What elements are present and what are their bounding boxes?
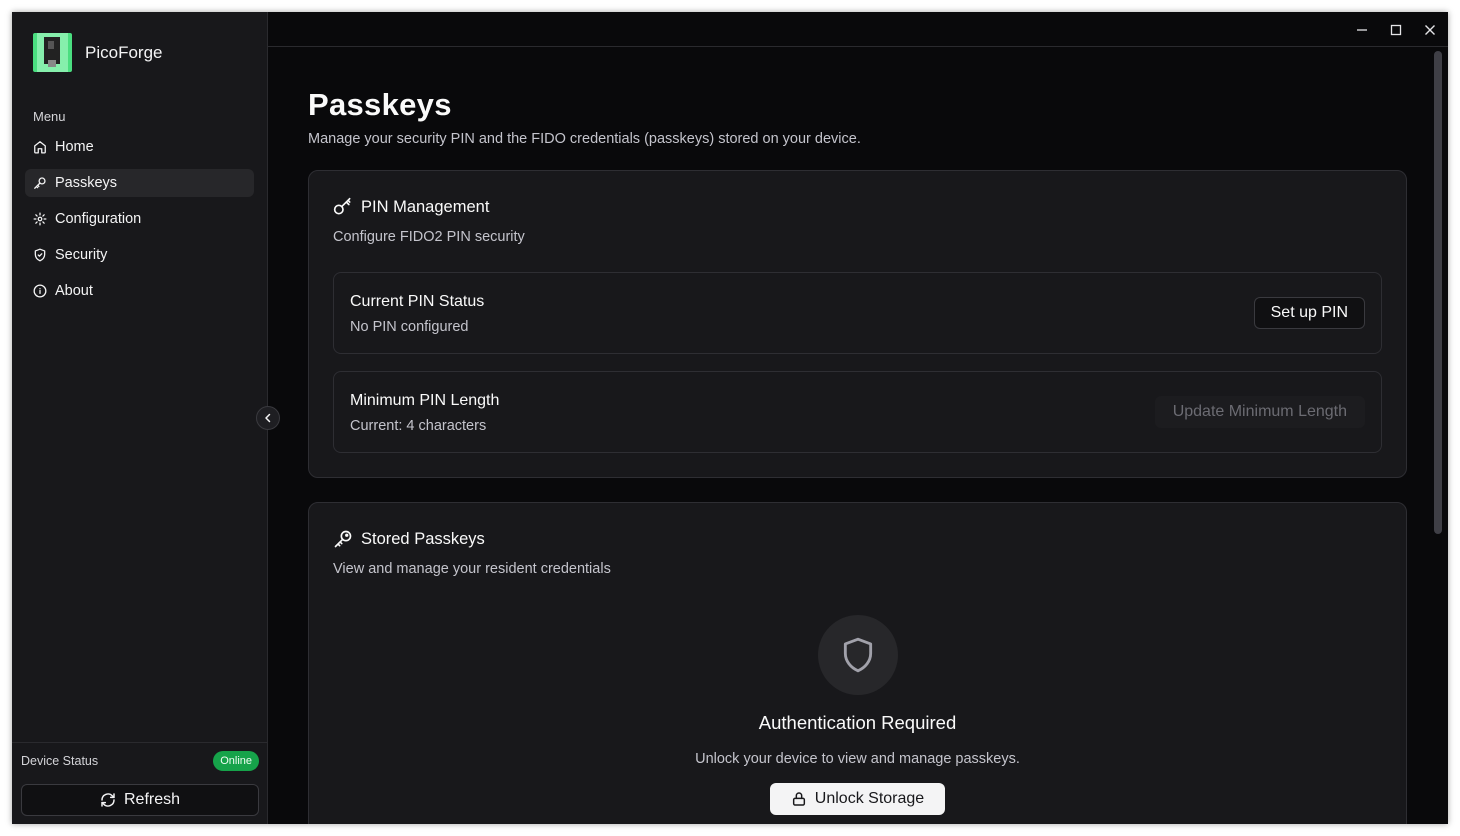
main-scrollbar[interactable] — [1434, 51, 1442, 534]
set-up-pin-button[interactable]: Set up PIN — [1253, 297, 1365, 329]
sidebar-item-about[interactable]: About — [25, 277, 254, 305]
sidebar: PicoForge Menu Home Passkeys Configurati… — [12, 12, 268, 824]
page-subtitle: Manage your security PIN and the FIDO cr… — [308, 131, 861, 147]
sidebar-footer: Device Status Online Refresh — [12, 742, 268, 824]
sidebar-nav: Home Passkeys Configuration Security Abo… — [25, 133, 254, 313]
maximize-button[interactable] — [1386, 20, 1406, 40]
minimum-pin-length-row: Minimum PIN Length Current: 4 characters… — [333, 371, 1382, 453]
refresh-label: Refresh — [123, 791, 181, 808]
minimize-button[interactable] — [1352, 20, 1372, 40]
sidebar-item-label: Passkeys — [55, 175, 118, 191]
app-name: PicoForge — [85, 42, 163, 62]
collapse-sidebar-button[interactable] — [256, 406, 280, 430]
close-icon — [1425, 25, 1435, 35]
sidebar-item-security[interactable]: Security — [25, 241, 254, 269]
card-header: Stored Passkeys — [333, 529, 485, 549]
update-minimum-length-button[interactable]: Update Minimum Length — [1154, 396, 1365, 428]
card-title: Stored Passkeys — [361, 529, 485, 548]
key-round-icon — [333, 197, 351, 215]
main-content: Passkeys Manage your security PIN and th… — [268, 47, 1448, 824]
sidebar-item-passkeys[interactable]: Passkeys — [25, 169, 254, 197]
lock-icon — [792, 792, 805, 806]
card-title: PIN Management — [361, 197, 490, 216]
menu-label: Menu — [33, 109, 66, 124]
shield-icon — [33, 248, 47, 262]
card-subtitle: View and manage your resident credential… — [333, 561, 611, 577]
home-icon — [33, 140, 47, 154]
row-value: Current: 4 characters — [350, 418, 487, 434]
auth-required-title: Authentication Required — [758, 712, 957, 733]
sidebar-item-label: Home — [55, 139, 94, 155]
status-badge: Online — [213, 751, 259, 771]
brand: PicoForge — [33, 33, 162, 72]
page-title: Passkeys — [308, 87, 452, 122]
sidebar-item-label: About — [55, 283, 93, 299]
key-icon — [334, 530, 352, 548]
sidebar-item-label: Security — [55, 247, 108, 263]
card-subtitle: Configure FIDO2 PIN security — [333, 229, 525, 245]
unlock-storage-label: Unlock Storage — [814, 790, 925, 807]
sidebar-item-label: Configuration — [55, 211, 142, 227]
refresh-button[interactable]: Refresh — [21, 784, 259, 816]
device-status-label: Device Status — [21, 754, 99, 768]
current-pin-status-row: Current PIN Status No PIN configured Set… — [333, 272, 1382, 354]
close-button[interactable] — [1420, 20, 1440, 40]
card-header: PIN Management — [333, 197, 489, 217]
row-title: Current PIN Status — [350, 293, 485, 310]
pin-management-card: PIN Management Configure FIDO2 PIN secur… — [308, 170, 1407, 478]
gear-icon — [33, 212, 47, 226]
stored-passkeys-card: Stored Passkeys View and manage your res… — [308, 502, 1407, 824]
chevron-left-icon — [265, 413, 271, 423]
row-title: Minimum PIN Length — [350, 392, 500, 409]
title-bar — [268, 12, 1448, 47]
app-window: PicoForge Menu Home Passkeys Configurati… — [12, 12, 1448, 824]
auth-required-subtitle: Unlock your device to view and manage pa… — [695, 751, 1020, 767]
info-icon — [33, 284, 47, 298]
key-icon — [33, 176, 47, 190]
shield-lock-icon — [818, 615, 898, 695]
minimize-icon — [1357, 29, 1367, 31]
unlock-storage-button[interactable]: Unlock Storage — [770, 783, 945, 815]
sidebar-item-home[interactable]: Home — [25, 133, 254, 161]
row-value: No PIN configured — [350, 319, 469, 335]
refresh-icon — [101, 793, 115, 807]
app-logo-icon — [33, 33, 72, 72]
sidebar-item-configuration[interactable]: Configuration — [25, 205, 254, 233]
maximize-icon — [1390, 24, 1402, 36]
